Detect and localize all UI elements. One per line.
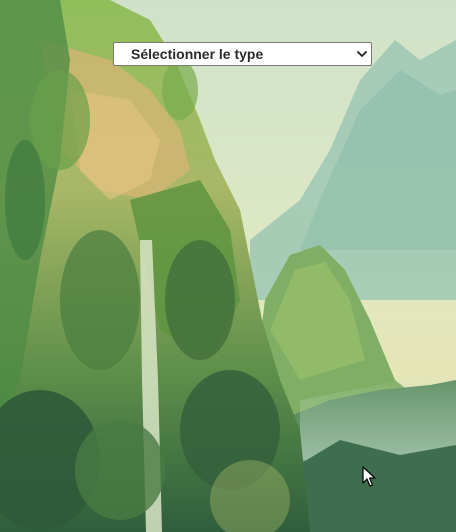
chevron-down-icon[interactable] [353, 42, 371, 66]
mouse-cursor-icon [362, 466, 376, 487]
type-select-value: Sélectionner le type [131, 46, 264, 62]
type-select[interactable]: Sélectionner le type [113, 42, 372, 66]
landscape-painting-background [0, 0, 456, 532]
page: Sélectionner le type [0, 0, 456, 532]
